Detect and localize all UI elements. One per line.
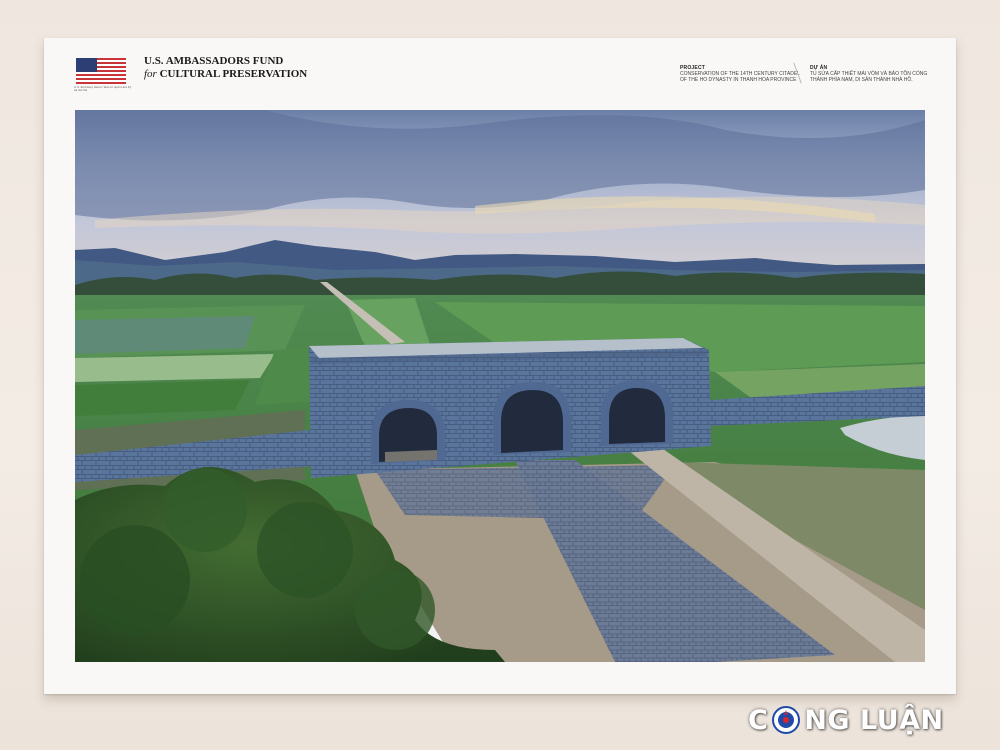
fund-title-line2: for CULTURAL PRESERVATION (144, 68, 308, 80)
project-description-en: PROJECT CONSERVATION OF THE 14TH CENTURY… (680, 65, 800, 83)
cong-luan-emblem-icon (772, 706, 801, 734)
exhibit-poster: U.S. Embassy Hanoi / Đại sứ quán Hoa Kỳ … (44, 38, 956, 694)
flag-caption: U.S. Embassy Hanoi / Đại sứ quán Hoa Kỳ … (74, 85, 132, 92)
watermark-text-left: C (748, 704, 769, 736)
cong-luan-watermark: C NG LUẬN (748, 700, 944, 740)
us-flag-icon (76, 58, 126, 84)
project-description-vi: DỰ ÁN TU SỬA CẤP THIẾT MÁI VÒM VÀ BẢO TỒ… (810, 65, 928, 83)
fund-title-line1: U.S. AMBASSADORS FUND (144, 55, 284, 67)
watermark-text-right: NG LUẬN (804, 704, 944, 736)
citadel-photo (75, 110, 925, 662)
fund-title: U.S. AMBASSADORS FUND for CULTURAL PRESE… (144, 55, 307, 81)
